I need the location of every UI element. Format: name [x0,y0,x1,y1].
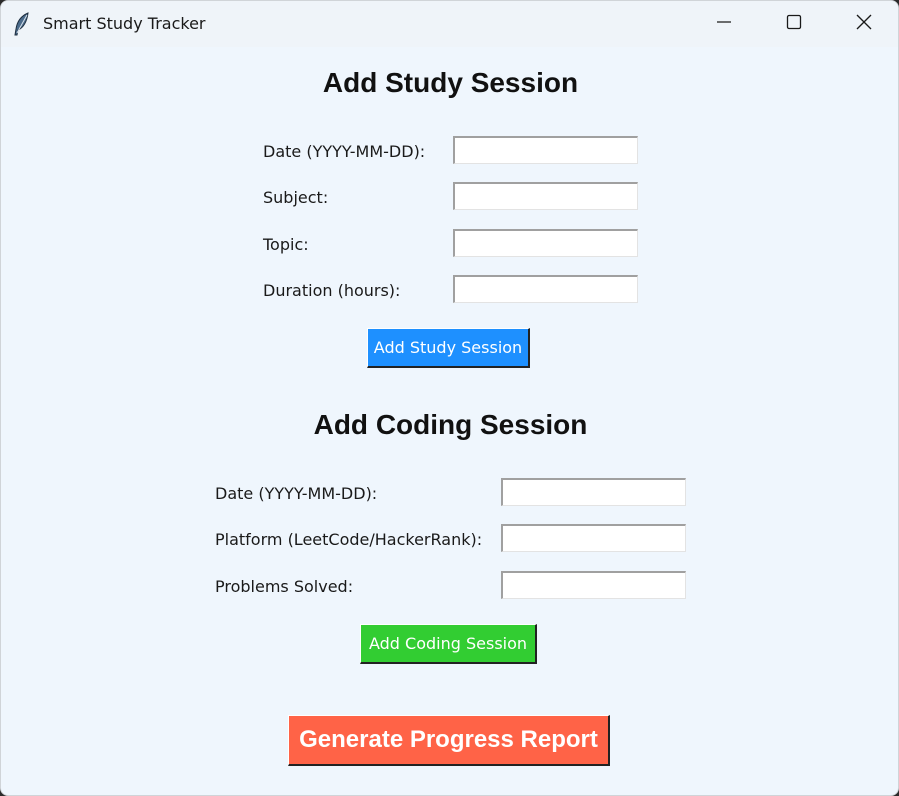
study-heading: Add Study Session [322,67,579,98]
maximize-icon [786,14,802,34]
study-subject-label: Subject: [263,188,329,207]
study-date-label: Date (YYYY-MM-DD): [263,142,426,161]
generate-progress-report-button[interactable]: Generate Progress Report [288,715,610,766]
study-duration-label: Duration (hours): [263,281,401,300]
coding-platform-label: Platform (LeetCode/HackerRank): [215,530,483,549]
add-coding-session-button[interactable]: Add Coding Session [360,624,537,664]
coding-problems-label: Problems Solved: [215,577,354,596]
window-title: Smart Study Tracker [43,14,206,33]
coding-platform-field[interactable] [501,524,686,552]
add-study-session-button[interactable]: Add Study Session [367,328,530,368]
coding-heading: Add Coding Session [313,409,588,440]
study-topic-label: Topic: [263,235,309,254]
close-button[interactable] [829,1,898,47]
study-duration-field[interactable] [453,275,638,303]
coding-date-label: Date (YYYY-MM-DD): [215,484,378,503]
title-bar[interactable]: Smart Study Tracker [1,1,898,47]
study-subject-field[interactable] [453,182,638,210]
minimize-icon [716,14,732,34]
maximize-button[interactable] [759,1,829,47]
minimize-button[interactable] [689,1,759,47]
coding-date-field[interactable] [501,478,686,506]
feather-icon [13,12,31,36]
study-topic-field[interactable] [453,229,638,257]
study-date-field[interactable] [453,136,638,164]
close-icon [856,14,872,34]
app-window: Smart Study Tracker Add Study Session Da… [0,0,899,796]
coding-problems-field[interactable] [501,571,686,599]
